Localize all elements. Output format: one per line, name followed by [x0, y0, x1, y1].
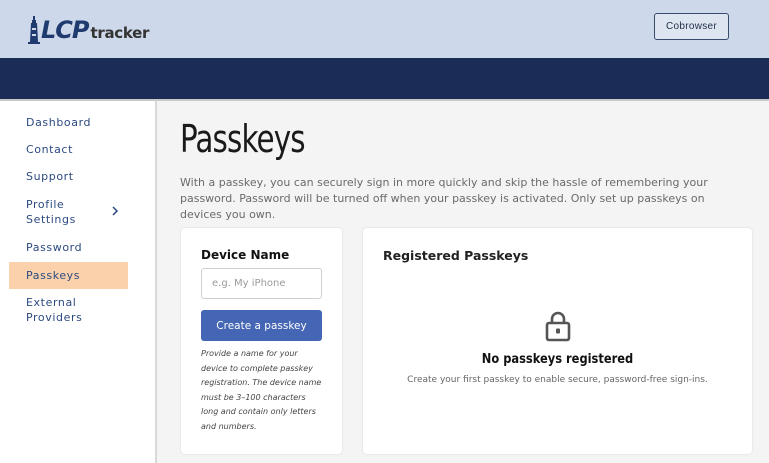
lcp-tracker-logo[interactable]: LCP tracker	[28, 8, 149, 44]
top-header: LCP tracker Cobrowser	[0, 0, 769, 58]
device-name-help-text: Provide a name for your device to comple…	[201, 349, 322, 431]
sidebar: Dashboard Contact Support Profile Settin…	[0, 101, 157, 463]
page-description: With a passkey, you can securely sign in…	[180, 176, 708, 221]
registered-passkeys-title: Registered Passkeys	[383, 248, 529, 263]
sidebar-item-external-providers[interactable]: External Providers	[9, 295, 128, 325]
lighthouse-icon	[28, 16, 40, 44]
chevron-right-icon[interactable]	[109, 205, 121, 217]
empty-state-title: No passkeys registered	[481, 352, 634, 367]
registered-passkeys-card: Registered Passkeys No passkeys register…	[363, 228, 752, 454]
logo-tracker-text: tracker	[90, 24, 150, 42]
sidebar-item-contact[interactable]: Contact	[9, 142, 128, 157]
device-name-card: Device Name Create a passkey Provide a n…	[181, 228, 342, 454]
empty-state-subtitle: Create your first passkey to enable secu…	[407, 375, 708, 385]
page-title: Passkeys	[180, 117, 306, 161]
nav-bar	[0, 58, 769, 99]
device-name-label: Device Name	[201, 248, 290, 262]
sidebar-item-support[interactable]: Support	[9, 169, 128, 184]
create-passkey-button[interactable]: Create a passkey	[201, 310, 322, 341]
sidebar-item-passkeys[interactable]: Passkeys	[9, 262, 128, 289]
cobrowser-button[interactable]: Cobrowser	[654, 13, 729, 40]
sidebar-item-password[interactable]: Password	[9, 240, 128, 255]
lock-icon	[545, 311, 571, 342]
device-name-input[interactable]	[201, 268, 322, 299]
sidebar-item-dashboard[interactable]: Dashboard	[9, 115, 128, 130]
logo-lcp-text: LCP	[41, 16, 89, 44]
